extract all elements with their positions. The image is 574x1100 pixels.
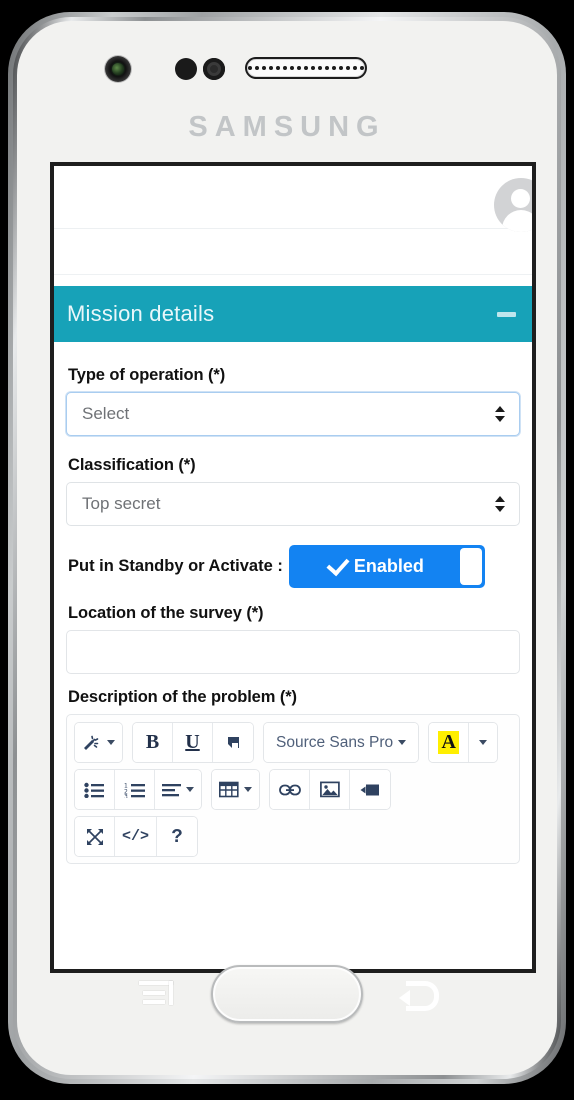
mission-details-panel-body: Type of operation (*) Select Classificat…	[54, 342, 532, 874]
proximity-sensor-icon	[175, 58, 197, 80]
bold-icon[interactable]: B	[133, 723, 173, 762]
highlight-letter: A	[438, 731, 459, 754]
table-icon[interactable]	[212, 770, 259, 809]
format-group: B U	[132, 722, 254, 763]
toggle-handle[interactable]	[459, 548, 482, 585]
toggle-on-text: Enabled	[326, 552, 424, 577]
table-group	[211, 769, 260, 810]
earpiece-speaker-icon	[245, 57, 367, 79]
link-icon[interactable]	[270, 770, 310, 809]
classification-select[interactable]: Top secret	[66, 482, 520, 526]
code-view-icon[interactable]: </>	[115, 817, 158, 856]
chevron-down-icon	[479, 740, 488, 745]
editor-toolbar-row-1: B U Source Sans Pro A	[74, 722, 512, 763]
chevron-down-icon	[244, 787, 252, 792]
back-key-icon[interactable]	[399, 979, 439, 1011]
samsung-brand-logo: SAMSUNG	[188, 111, 386, 143]
phone-bezel: SAMSUNG Mission details Type of operatio…	[13, 17, 561, 1079]
bold-label: B	[145, 731, 160, 753]
app-viewport[interactable]: Mission details Type of operation (*) Se…	[54, 166, 532, 969]
ordered-list-icon[interactable]: 1 2 3	[115, 770, 155, 809]
type-of-operation-value: Select	[82, 404, 130, 423]
style-group	[74, 722, 123, 763]
underline-label: U	[185, 731, 200, 753]
select-arrows-icon	[494, 496, 505, 512]
select-arrows-icon	[494, 406, 505, 422]
panel-title: Mission details	[67, 301, 215, 326]
classification-value: Top secret	[82, 494, 161, 513]
help-icon[interactable]: ?	[157, 817, 198, 856]
phone-body: SAMSUNG Mission details Type of operatio…	[17, 21, 557, 1075]
standby-activate-toggle[interactable]: Enabled	[288, 545, 485, 588]
standby-activate-row: Put in Standby or Activate : Enabled	[66, 545, 520, 588]
paragraph-align-icon[interactable]	[155, 770, 201, 809]
phone-device-frame: SAMSUNG Mission details Type of operatio…	[8, 12, 566, 1084]
standby-activate-label: Put in Standby or Activate :	[68, 557, 283, 575]
code-view-label: </>	[122, 828, 150, 845]
type-of-operation-label: Type of operation (*)	[68, 366, 226, 384]
menu-key-icon[interactable]	[139, 981, 173, 1005]
unordered-list-icon[interactable]	[75, 770, 115, 809]
help-label: ?	[171, 825, 183, 848]
list-group: 1 2 3	[74, 769, 202, 810]
insert-group	[269, 769, 391, 810]
editor-toolbar-row-3: </> ?	[74, 816, 512, 857]
camera-lens-icon	[105, 56, 131, 82]
view-group: </> ?	[74, 816, 199, 857]
app-header	[54, 166, 532, 232]
font-family-group: Source Sans Pro	[263, 722, 420, 763]
mission-details-panel-header[interactable]: Mission details	[54, 286, 532, 342]
font-family-value: Source Sans Pro	[276, 733, 394, 751]
fullscreen-icon[interactable]	[75, 817, 115, 856]
home-button[interactable]	[211, 965, 363, 1023]
highlight-color-caret[interactable]	[469, 723, 498, 762]
text-highlight-icon[interactable]: A	[429, 723, 470, 762]
avatar-body	[502, 210, 532, 232]
app-subbar	[54, 229, 532, 275]
light-sensor-icon	[203, 58, 225, 80]
location-of-survey-label: Location of the survey (*)	[68, 604, 264, 622]
type-of-operation-select[interactable]: Select	[66, 392, 520, 436]
image-icon[interactable]	[310, 770, 350, 809]
avatar-head	[511, 189, 530, 208]
classification-label: Classification (*)	[68, 456, 196, 474]
chevron-down-icon	[107, 740, 115, 745]
user-avatar[interactable]	[494, 178, 532, 232]
remove-format-icon[interactable]	[213, 723, 253, 762]
chevron-down-icon	[186, 787, 194, 792]
app-content-spacer	[54, 275, 532, 286]
editor-toolbar-row-2: 1 2 3	[74, 769, 512, 810]
check-icon	[326, 552, 350, 577]
underline-icon[interactable]: U	[173, 723, 213, 762]
highlight-group: A	[428, 722, 499, 763]
video-icon[interactable]	[350, 770, 390, 809]
location-of-survey-input[interactable]	[66, 630, 520, 674]
minus-icon[interactable]	[497, 311, 516, 317]
svg-text:3: 3	[124, 793, 128, 798]
top-hardware-row	[17, 54, 557, 86]
rich-text-editor[interactable]: B U Source Sans Pro A 1 2 3 </> ?	[66, 714, 520, 864]
magic-wand-icon[interactable]	[75, 723, 122, 762]
font-family-dropdown[interactable]: Source Sans Pro	[264, 723, 419, 762]
phone-screen: Mission details Type of operation (*) Se…	[50, 162, 536, 973]
toggle-value: Enabled	[353, 556, 424, 576]
description-of-problem-label: Description of the problem (*)	[68, 688, 297, 706]
chevron-down-icon	[398, 740, 407, 745]
